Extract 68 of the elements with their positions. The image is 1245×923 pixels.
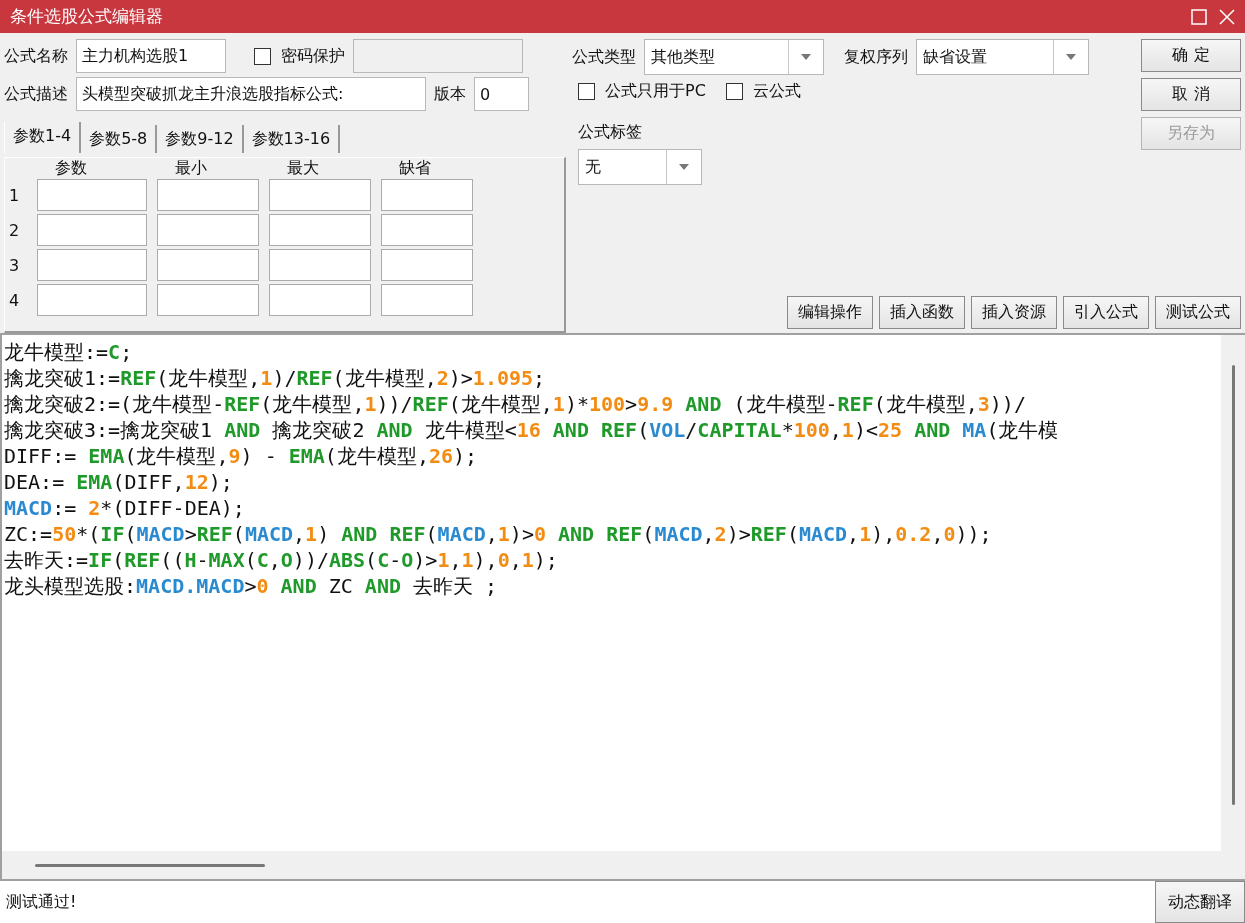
- rights-dropdown[interactable]: 缺省设置: [916, 39, 1089, 75]
- checkbox[interactable]: 密码保护: [254, 45, 345, 67]
- caret-icon: [801, 54, 811, 60]
- status-message: 测试通过!: [0, 881, 1155, 923]
- tool-button[interactable]: 插入资源: [971, 296, 1057, 329]
- code-line: 去昨天:=IF(REF((H-MAX(C,O))/ABS(C-O)>1,1),0,1);: [4, 547, 558, 573]
- window-title: 条件选股公式编辑器: [10, 5, 163, 28]
- dialog-button[interactable]: 取 消: [1141, 78, 1241, 111]
- tool-button[interactable]: 插入函数: [879, 296, 965, 329]
- param-input[interactable]: [37, 214, 147, 246]
- param-input[interactable]: [157, 249, 259, 281]
- maximize-icon[interactable]: [1191, 8, 1207, 25]
- caret-icon: [1066, 54, 1076, 60]
- code-line: 龙头模型选股:MACD.MACD>0 AND ZC AND 去昨天 ;: [4, 573, 498, 599]
- code-editor[interactable]: [0, 333, 1245, 851]
- param-input[interactable]: [381, 284, 473, 316]
- description-field[interactable]: 头模型突破抓龙主升浪选股指标公式:: [76, 77, 426, 111]
- type-dropdown[interactable]: 其他类型: [644, 39, 824, 75]
- dialog-button[interactable]: 确 定: [1141, 39, 1241, 72]
- param-input[interactable]: [37, 284, 147, 316]
- field-label: 公式描述: [4, 83, 68, 105]
- param-input[interactable]: [269, 214, 371, 246]
- tag-dropdown[interactable]: 无: [578, 149, 702, 185]
- column-header: 缺省: [398, 158, 432, 178]
- param-input[interactable]: [381, 249, 473, 281]
- param-input[interactable]: [37, 249, 147, 281]
- code-line: MACD:= 2*(DIFF-DEA);: [4, 495, 245, 521]
- param-input[interactable]: [157, 284, 259, 316]
- tool-button[interactable]: 编辑操作: [787, 296, 873, 329]
- param-input[interactable]: [269, 284, 371, 316]
- param-input[interactable]: [269, 179, 371, 211]
- tool-button[interactable]: 引入公式: [1063, 296, 1149, 329]
- code-line: 龙牛模型:=C;: [4, 339, 133, 365]
- code-line: 擒龙突破2:=(龙牛模型-REF(龙牛模型,1))/REF(龙牛模型,1)*100>9.9 AND (龙牛模型-REF(龙牛模型,3))/: [4, 391, 1026, 417]
- password-field[interactable]: [353, 39, 523, 73]
- code-line: DIFF:= EMA(龙牛模型,9) - EMA(龙牛模型,26);: [4, 443, 478, 469]
- field-label: 版本: [434, 83, 466, 105]
- param-input[interactable]: [37, 179, 147, 211]
- version-field[interactable]: 0: [474, 77, 529, 111]
- param-input[interactable]: [157, 214, 259, 246]
- code-line: 擒龙突破3:=擒龙突破1 AND 擒龙突破2 AND 龙牛模型<16 AND REF(VOL/CAPITAL*100,1)<25 AND MA(龙牛模: [4, 417, 1059, 443]
- checkbox[interactable]: 云公式: [725, 81, 801, 102]
- code-line: DEA:= EMA(DIFF,12);: [4, 469, 233, 495]
- row-number: 1: [9, 186, 21, 205]
- scrollbar[interactable]: [1221, 335, 1245, 851]
- field-label: 公式标签: [578, 122, 642, 143]
- name-field[interactable]: 主力机构选股1: [76, 39, 226, 73]
- field-label: 公式类型: [572, 46, 636, 68]
- code-line: ZC:=50*(IF(MACD>REF(MACD,1) AND REF(MACD,1)>0 AND REF(MACD,2)>REF(MACD,1),0.2,0));: [4, 521, 992, 547]
- caret-icon: [679, 164, 689, 170]
- tab[interactable]: 参数1-4: [4, 122, 82, 153]
- param-input[interactable]: [269, 249, 371, 281]
- param-input[interactable]: [381, 179, 473, 211]
- code-line: 擒龙突破1:=REF(龙牛模型,1)/REF(龙牛模型,2)>1.095;: [4, 365, 546, 391]
- field-label: 公式名称: [4, 45, 68, 67]
- field-label: 复权序列: [844, 46, 908, 68]
- close-icon[interactable]: [1219, 8, 1235, 25]
- row-number: 4: [9, 291, 21, 310]
- tool-button[interactable]: 测试公式: [1155, 296, 1241, 329]
- row-number: 3: [9, 256, 21, 275]
- param-input[interactable]: [157, 179, 259, 211]
- column-header: 参数: [54, 158, 88, 178]
- column-header: 最小: [174, 158, 208, 178]
- checkbox[interactable]: 公式只用于PC: [578, 81, 706, 102]
- translate-button[interactable]: 动态翻译: [1155, 881, 1245, 923]
- row-number: 2: [9, 221, 21, 240]
- param-input[interactable]: [381, 214, 473, 246]
- column-header: 最大: [286, 158, 320, 178]
